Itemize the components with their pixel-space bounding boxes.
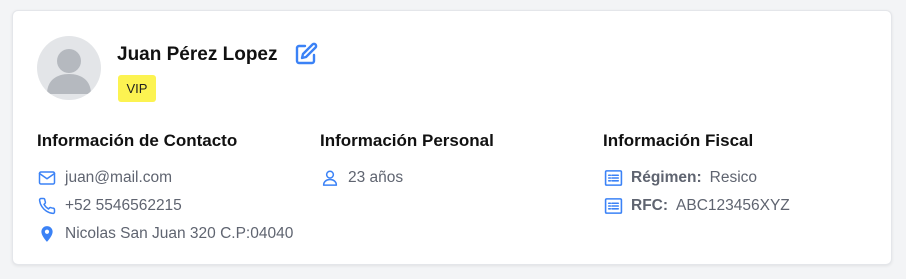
document-list-icon [603,196,623,216]
regimen-value: Resico [709,169,758,186]
address-row: Nicolas San Juan 320 C.P:04040 [37,220,293,248]
user-icon [320,168,340,188]
personal-title: Información Personal [320,131,494,150]
personal-section: Información Personal 23 años [320,131,494,192]
client-name: Juan Pérez Lopez [117,44,278,65]
avatar [37,36,101,100]
contact-section: Información de Contacto juan@mail.com +5… [37,131,293,248]
edit-button[interactable] [294,42,318,66]
vip-badge: VIP [118,75,156,102]
age-row: 23 años [320,164,494,192]
edit-icon [295,42,318,65]
regimen-row: Régimen: Resico [603,164,790,192]
regimen-label: Régimen: [631,169,702,186]
rfc-value: ABC123456XYZ [676,197,790,214]
email-row: juan@mail.com [37,164,293,192]
age-text: 23 años [348,169,404,186]
client-card: Juan Pérez Lopez VIP Información de Cont… [12,10,892,265]
phone-row: +52 5546562215 [37,192,293,220]
user-avatar-icon [47,49,91,94]
address-text: Nicolas San Juan 320 C.P:04040 [65,225,294,242]
mail-icon [37,168,57,188]
rfc-row: RFC: ABC123456XYZ [603,192,790,220]
phone-icon [37,196,57,216]
phone-text: +52 5546562215 [65,197,182,214]
email-text: juan@mail.com [65,169,173,186]
contact-title: Información de Contacto [37,131,238,150]
fiscal-title: Información Fiscal [603,131,754,150]
rfc-label: RFC: [631,197,669,214]
map-pin-icon [37,224,57,244]
fiscal-section: Información Fiscal Régimen: Resico RFC: … [603,131,790,220]
document-list-icon [603,168,623,188]
